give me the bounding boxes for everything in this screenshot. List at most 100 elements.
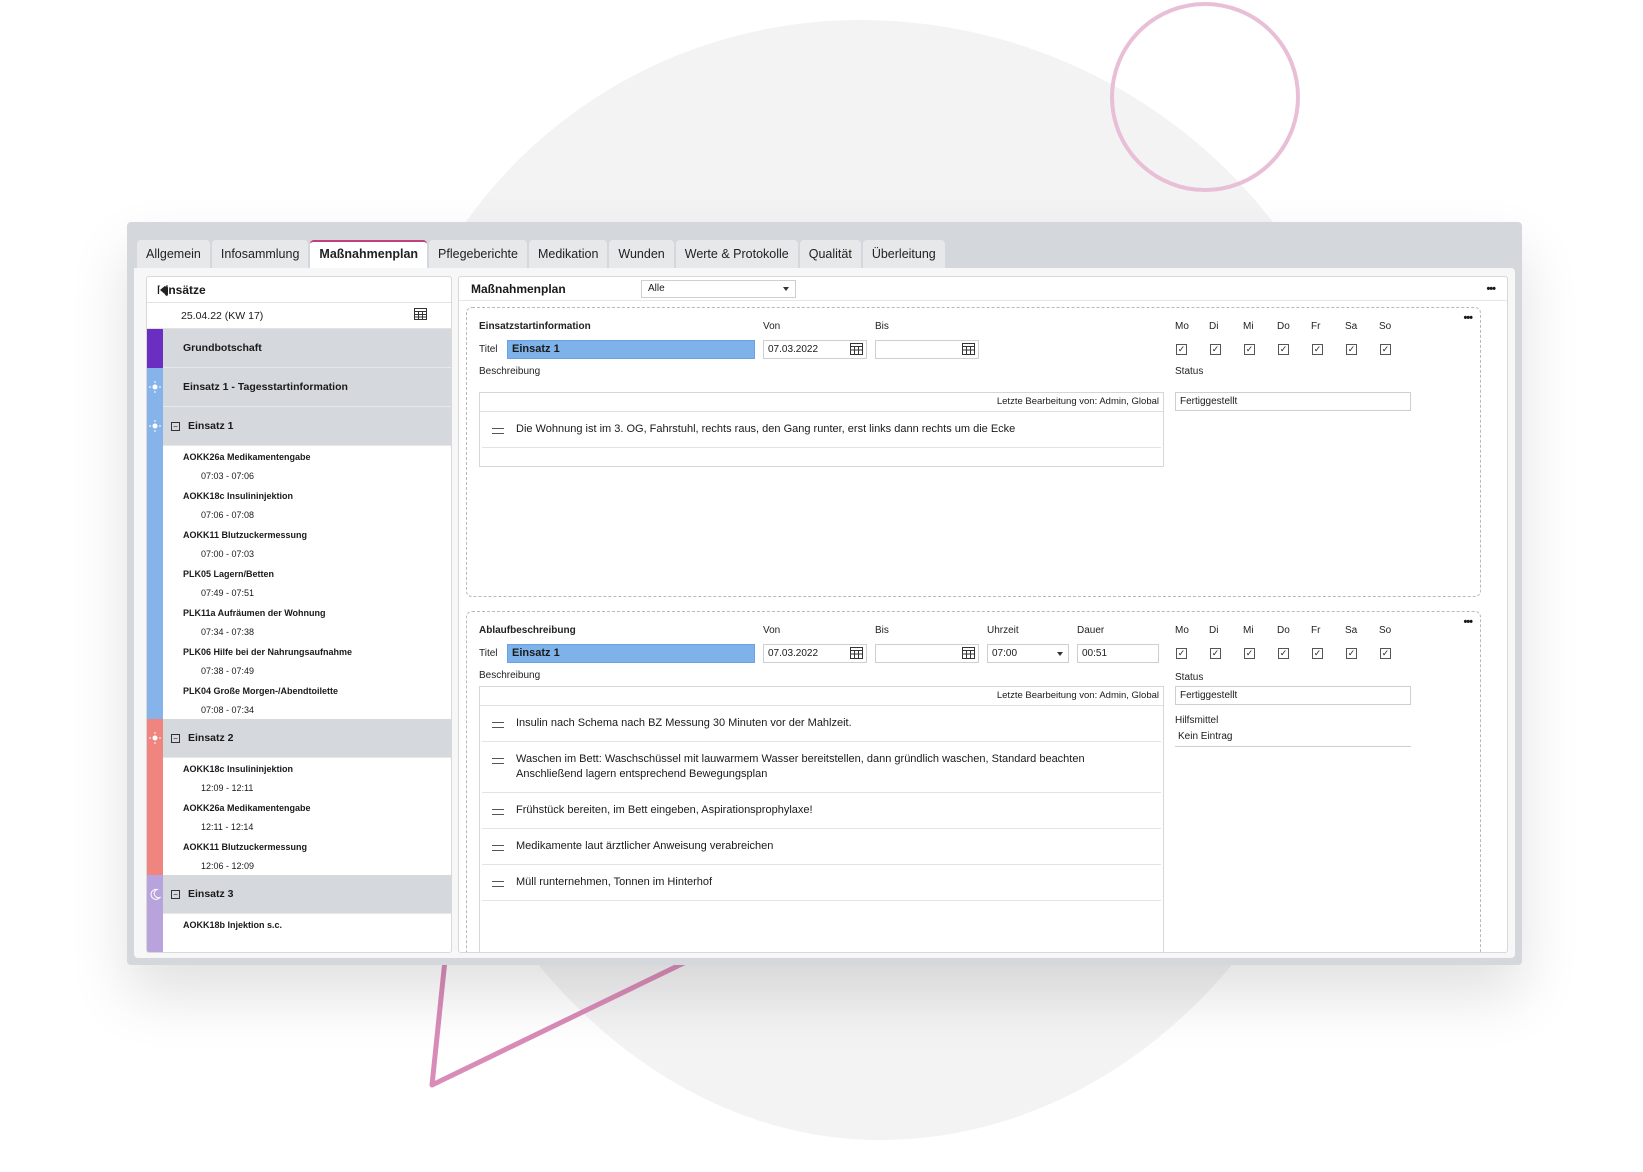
beschreibung-row[interactable]: Medikamente laut ärztlicher Anweisung ve… [482,829,1161,865]
tab-wunden[interactable]: Wunden [609,240,674,268]
beschreibung-row[interactable]: Insulin nach Schema nach BZ Messung 30 M… [482,706,1161,742]
tab-qualität[interactable]: Qualität [799,240,861,268]
massnahme-time: 07:38 - 07:49 [201,666,255,676]
massnahme-item[interactable]: AOKK11 Blutzuckermessung 12:06 - 12:09 [163,836,451,875]
tab-allgemein[interactable]: Allgemein [137,240,210,268]
bis-date-input[interactable] [875,644,979,663]
weekday-checkbox[interactable]: ✓ [1312,344,1323,355]
weekday-checkbox[interactable]: ✓ [1176,648,1187,659]
einsatz-group-label: Einsatz 3 [188,888,234,900]
drag-handle-icon[interactable] [492,428,504,434]
einsatz-group: Einsatz 1 - Tagesstartinformation [147,368,451,407]
current-date: 25.04.22 (KW 17) [181,309,264,322]
einsatz-group-header[interactable]: Einsatz 1 - Tagesstartinformation [149,368,451,407]
massnahme-name: PLK04 Große Morgen-/Abendtoilette [183,686,339,696]
drag-handle-icon[interactable] [492,845,504,851]
massnahme-item[interactable]: AOKK18b Injektion s.c. [163,914,451,952]
einsatz-group: Grundbotschaft [147,329,451,368]
weekday-checkbox[interactable]: ✓ [1278,344,1289,355]
weekday-checkbox[interactable]: ✓ [1244,648,1255,659]
sun-icon [149,420,161,432]
uhrzeit-label: Uhrzeit [987,625,1019,636]
bis-label: Bis [875,625,889,636]
drag-handle-icon[interactable] [492,809,504,815]
massnahme-item[interactable]: AOKK11 Blutzuckermessung 07:00 - 07:03 [163,524,451,563]
beschreibung-row[interactable]: Waschen im Bett: Waschschüssel mit lauwa… [482,742,1161,793]
uhrzeit-select[interactable]: 07:00 [987,644,1069,663]
status-field[interactable]: Fertiggestellt [1175,392,1411,411]
weekday-label: Mi [1243,625,1254,636]
calendar-icon[interactable] [962,343,975,361]
massnahme-item[interactable]: PLK11a Aufräumen der Wohnung 07:34 - 07:3… [163,602,451,641]
weekday-label: Mo [1175,625,1189,636]
collapse-icon[interactable]: − [171,733,180,743]
bis-date-input[interactable] [875,340,979,359]
weekday-checkbox[interactable]: ✓ [1210,344,1221,355]
hilfsmittel-value[interactable]: Kein Eintrag [1175,728,1411,747]
einsatz-group-header[interactable]: − Einsatz 1 [149,407,451,446]
tab-pflegeberichte[interactable]: Pflegeberichte [429,240,527,268]
calendar-icon[interactable] [850,647,863,665]
collapse-icon[interactable]: − [171,889,180,899]
dauer-input[interactable]: 00:51 [1077,644,1159,663]
massnahme-item[interactable]: AOKK18c Insulininjektion 12:09 - 12:11 [163,758,451,797]
prev-date-icon[interactable] [159,285,166,295]
drag-handle-icon[interactable] [492,758,504,764]
massnahme-item[interactable]: PLK06 Hilfe bei der Nahrungsaufnahme 07:3… [163,641,451,680]
weekday-checkbox[interactable]: ✓ [1346,344,1357,355]
drag-handle-icon[interactable] [492,881,504,887]
massnahmenplan-header: Maßnahmenplan Alle ••• [459,277,1507,301]
massnahme-name: PLK11a Aufräumen der Wohnung [183,608,326,618]
einsatz-group-header[interactable]: Grundbotschaft [163,329,451,368]
tab-medikation[interactable]: Medikation [528,240,608,268]
calendar-icon[interactable] [414,308,427,323]
tab-infosammlung[interactable]: Infosammlung [211,240,309,268]
einsaetze-header: Einsätze [147,277,451,303]
calendar-icon[interactable] [962,647,975,665]
beschreibung-row[interactable]: Frühstück bereiten, im Bett eingeben, As… [482,793,1161,829]
app-window: Allgemein Infosammlung Maßnahmenplan Pflege… [127,222,1522,965]
status-field[interactable]: Fertiggestellt [1175,686,1411,705]
weekday-checkbox[interactable]: ✓ [1176,344,1187,355]
von-date-input[interactable]: 07.03.2022 [763,644,867,663]
von-date-input[interactable]: 07.03.2022 [763,340,867,359]
massnahme-item[interactable]: AOKK26a Medikamentengabe 12:11 - 12:14 [163,797,451,836]
more-options-icon[interactable]: ••• [1486,283,1496,295]
weekday-checkbox[interactable]: ✓ [1346,648,1357,659]
tab-überleitung[interactable]: Überleitung [862,240,945,268]
einsatz-group-header[interactable]: − Einsatz 2 [149,719,451,758]
titel-input[interactable]: Einsatz 1 [507,340,755,359]
massnahme-time: 07:49 - 07:51 [201,588,255,598]
massnahme-name: AOKK11 Blutzuckermessung [183,530,308,540]
massnahme-item[interactable]: AOKK26a Medikamentengabe 07:03 - 07:06 [163,446,451,485]
collapse-icon[interactable]: − [171,421,180,431]
calendar-icon[interactable] [850,343,863,361]
drag-handle-icon[interactable] [492,722,504,728]
massnahme-item[interactable]: AOKK18c Insulininjektion 07:06 - 07:08 [163,485,451,524]
beschreibung-row[interactable]: Die Wohnung ist im 3. OG, Fahrstuhl, rec… [482,412,1161,448]
weekday-checkbox[interactable]: ✓ [1312,648,1323,659]
weekday-checkbox[interactable]: ✓ [1380,344,1391,355]
beschreibung-row[interactable]: Müll runternehmen, Tonnen im Hinterhof [482,865,1161,901]
titel-input[interactable]: Einsatz 1 [507,644,755,663]
sun-icon [149,732,161,744]
weekday-checkbox[interactable]: ✓ [1244,344,1255,355]
section-more-icon[interactable]: ••• [1463,616,1473,628]
tab-werte-protokolle[interactable]: Werte & Protokolle [675,240,798,268]
massnahme-item[interactable]: PLK04 Große Morgen-/Abendtoilette 07:08 -… [163,680,451,719]
massnahme-time: 07:00 - 07:03 [201,549,255,559]
filter-select[interactable]: Alle [641,279,796,298]
massnahme-name: AOKK18b Injektion s.c. [183,920,283,930]
weekday-checkbox[interactable]: ✓ [1210,648,1221,659]
einsatzstart-section: ••• Einsatzstartinformation Von Bis Tite… [466,307,1481,597]
section-more-icon[interactable]: ••• [1463,312,1473,324]
weekday-checkbox[interactable]: ✓ [1380,648,1391,659]
weekday-checkbox[interactable]: ✓ [1278,648,1289,659]
beschreibung-rows: Die Wohnung ist im 3. OG, Fahrstuhl, rec… [480,412,1163,448]
date-navigator: 25.04.22 (KW 17) [147,285,451,329]
beschreibung-text: Medikamente laut ärztlicher Anweisung ve… [516,840,774,852]
tab-maßnahmenplan[interactable]: Maßnahmenplan [310,240,428,268]
einsatz-group-header[interactable]: − Einsatz 3 [150,875,451,914]
massnahme-item[interactable]: PLK05 Lagern/Betten 07:49 - 07:51 [163,563,451,602]
massnahme-name: PLK05 Lagern/Betten [183,569,275,579]
